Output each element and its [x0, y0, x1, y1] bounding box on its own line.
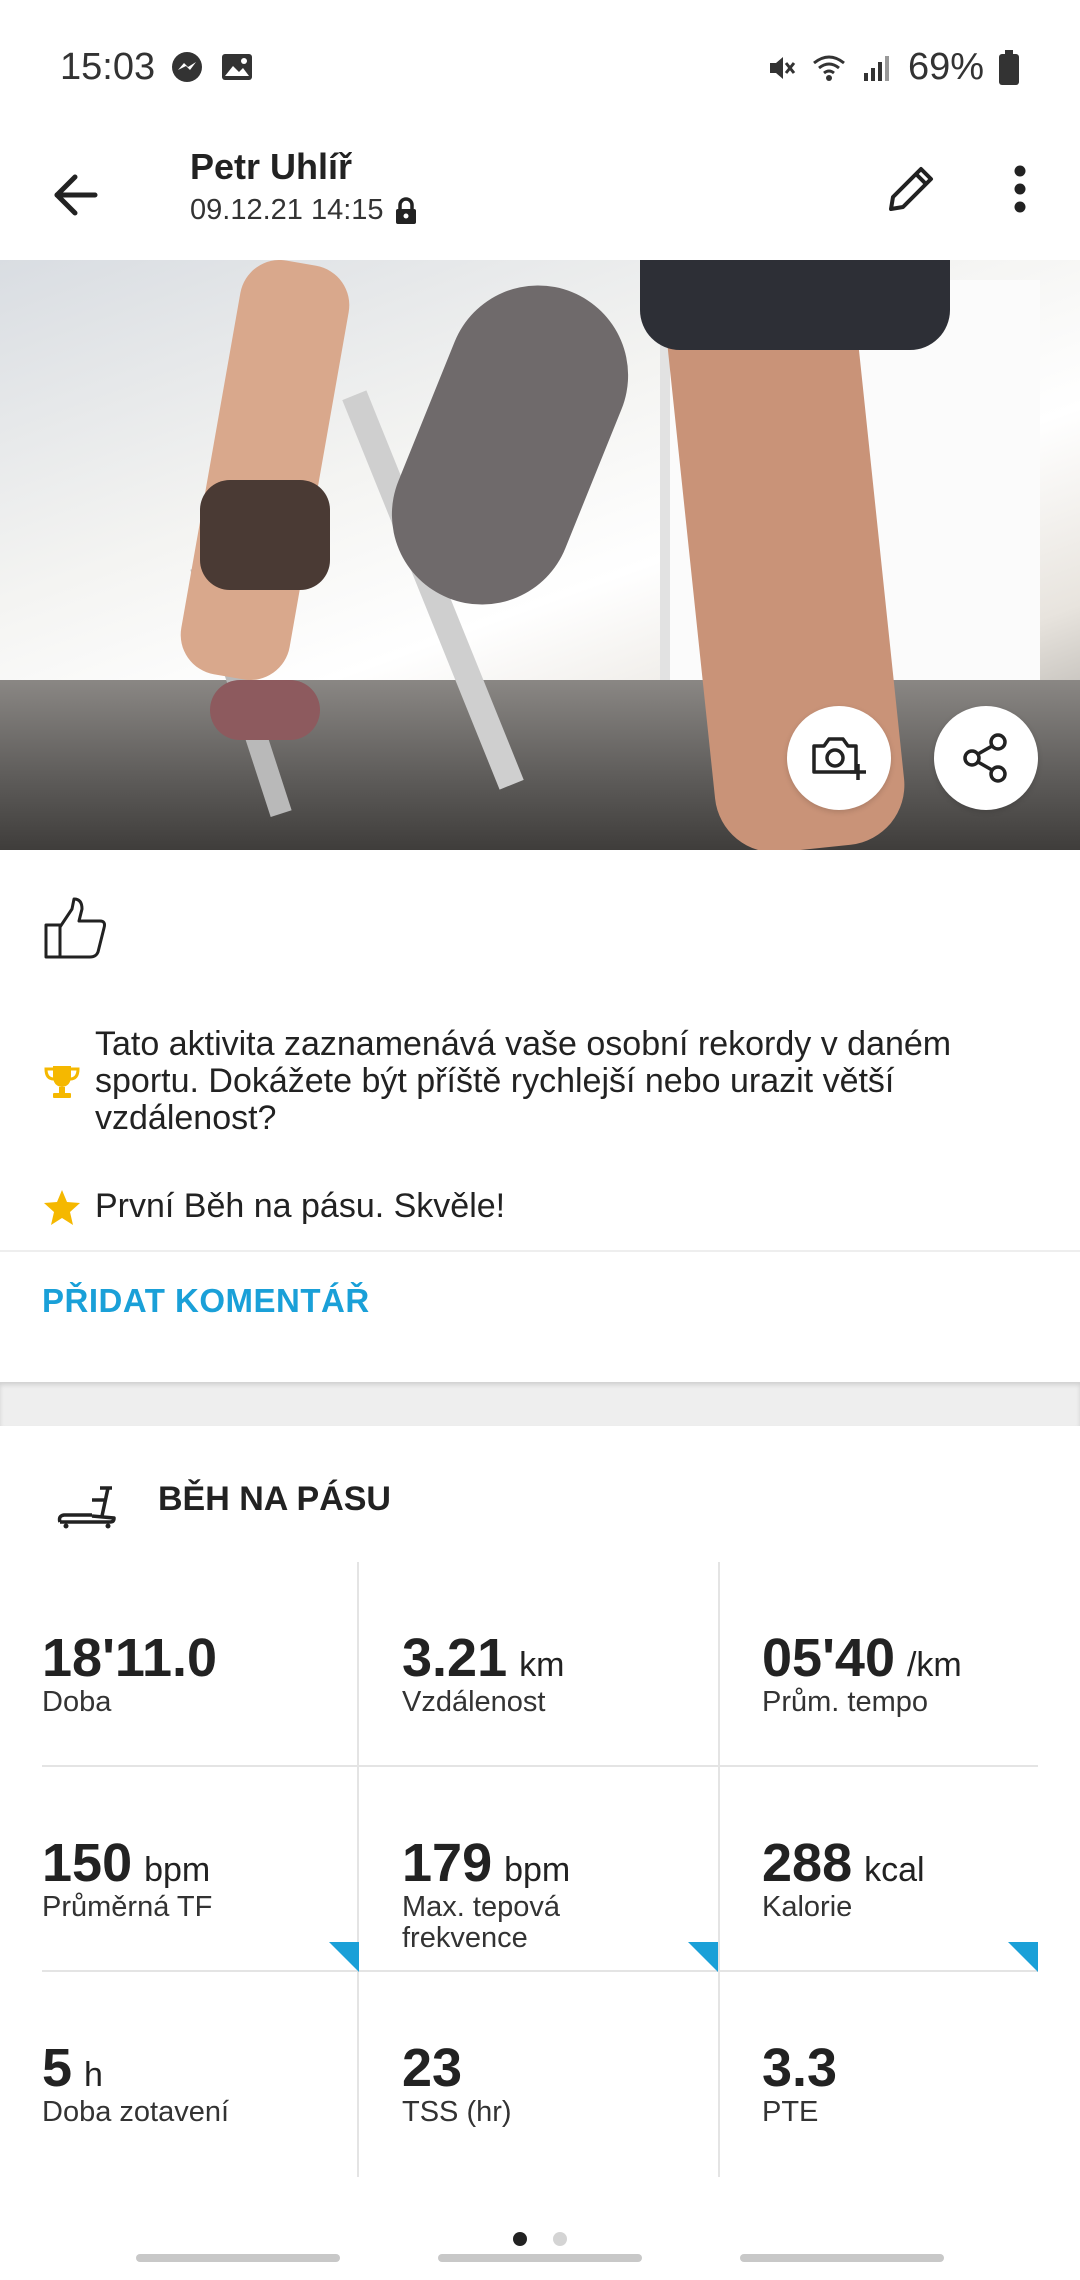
more-options-button[interactable]: [990, 154, 1050, 224]
recent-apps-button[interactable]: [136, 2254, 340, 2262]
stat-distance: 3.21 km Vzdálenost: [360, 1562, 719, 1767]
mute-icon: [769, 56, 796, 79]
stat-calories[interactable]: 288 kcal Kalorie: [720, 1767, 1079, 1972]
page-dot-active[interactable]: [513, 2232, 527, 2246]
more-vertical-icon: [1014, 165, 1026, 213]
stat-recovery-time: 5h Doba zotavení: [0, 1972, 359, 2177]
wifi-icon: [813, 55, 845, 81]
stat-unit: bpm: [144, 1851, 211, 1889]
achievement-first-activity: První Běh na pásu. Skvěle!: [42, 1188, 1055, 1228]
add-comment-button[interactable]: PŘIDAT KOMENTÁŘ: [42, 1282, 370, 1320]
achievement-text: Tato aktivita zaznamenává vaše osobní re…: [95, 1025, 952, 1137]
page-dot[interactable]: [553, 2232, 567, 2246]
share-icon: [963, 733, 1007, 783]
expand-corner-icon: [329, 1942, 359, 1972]
battery-icon: [999, 49, 1019, 85]
stat-avg-pace: 05'40/km Prům. tempo: [720, 1562, 1079, 1767]
thumbs-up-icon: [44, 897, 106, 959]
trophy-icon: [44, 1066, 80, 1098]
divider: [0, 1250, 1080, 1252]
edit-button[interactable]: [876, 154, 946, 224]
camera-add-icon: [812, 737, 866, 780]
stat-value: 3.3: [762, 2038, 838, 2098]
activity-date-line: 09.12.21 14:15: [190, 194, 418, 227]
stat-unit: h: [84, 2056, 103, 2094]
stat-value: 288: [762, 1833, 853, 1893]
stat-label: Prům. tempo: [762, 1686, 928, 1718]
status-time: 15:03: [60, 46, 156, 88]
add-photo-button[interactable]: [787, 706, 891, 810]
expand-corner-icon: [1008, 1942, 1038, 1972]
treadmill-icon: [57, 1486, 116, 1529]
stat-label: TSS (hr): [402, 2096, 512, 2128]
gallery-icon: [222, 54, 252, 80]
stat-unit: km: [519, 1646, 565, 1684]
stat-duration: 18'11.0 Doba: [0, 1562, 359, 1767]
activity-date: 09.12.21 14:15: [190, 194, 384, 226]
achievement-personal-record: Tato aktivita zaznamenává vaše osobní re…: [42, 1026, 1055, 1137]
stat-label: Doba zotavení: [42, 2096, 230, 2128]
expand-corner-icon: [688, 1942, 718, 1972]
stat-label: Doba: [42, 1686, 112, 1718]
back-button[interactable]: [40, 160, 110, 230]
activity-header: BĚH NA PÁSU: [0, 1430, 1080, 1570]
page-indicator: [0, 2232, 1080, 2252]
stat-value: 05'40: [762, 1628, 895, 1688]
section-separator: [0, 1382, 1080, 1426]
stat-label: PTE: [762, 2096, 819, 2128]
stat-value: 23: [402, 2038, 463, 2098]
achievement-text: První Běh na pásu. Skvěle!: [95, 1187, 506, 1225]
stat-tss: 23 TSS (hr): [360, 1972, 719, 2177]
stat-avg-hr[interactable]: 150 bpm Průměrná TF: [0, 1767, 359, 1972]
stats-grid: 18'11.0 Doba 3.21 km Vzdálenost 05'40/km …: [0, 1562, 1080, 2177]
stat-max-hr[interactable]: 179 bpm Max. tepová frekvence: [360, 1767, 719, 1972]
pencil-icon: [889, 167, 933, 211]
activity-title: BĚH NA PÁSU: [158, 1480, 391, 1518]
arrow-left-icon: [54, 174, 98, 216]
share-button[interactable]: [934, 706, 1038, 810]
user-name: Petr Uhlíř: [190, 146, 353, 187]
signal-icon: [863, 55, 889, 81]
lock-icon: [395, 196, 416, 224]
battery-percent: 69%: [907, 46, 984, 88]
stat-unit: /km: [906, 1646, 962, 1684]
stat-label: Průměrná TF: [42, 1891, 213, 1923]
stat-unit: bpm: [504, 1851, 571, 1889]
stat-value: 18'11.0: [42, 1628, 218, 1688]
activity-photo: [0, 260, 1080, 850]
stat-value: 179: [402, 1833, 493, 1893]
stat-unit: kcal: [864, 1851, 925, 1889]
like-button[interactable]: [36, 888, 116, 968]
system-navigation: [0, 2254, 1080, 2270]
app-bar: Petr Uhlíř 09.12.21 14:15: [0, 140, 1080, 260]
status-bar: 15:03 69%: [0, 0, 1080, 140]
stat-label: Max. tepová frekvence: [402, 1891, 560, 1954]
stat-pte: 3.3 PTE: [720, 1972, 1079, 2177]
stat-label: Kalorie: [762, 1891, 853, 1923]
home-button[interactable]: [438, 2254, 642, 2262]
stat-value: 3.21: [402, 1628, 508, 1688]
stat-value: 5: [42, 2038, 73, 2098]
back-nav-button[interactable]: [740, 2254, 944, 2262]
stat-value: 150: [42, 1833, 133, 1893]
messenger-icon: [172, 52, 202, 82]
star-icon: [44, 1190, 80, 1225]
stat-label: Vzdálenost: [402, 1686, 546, 1718]
